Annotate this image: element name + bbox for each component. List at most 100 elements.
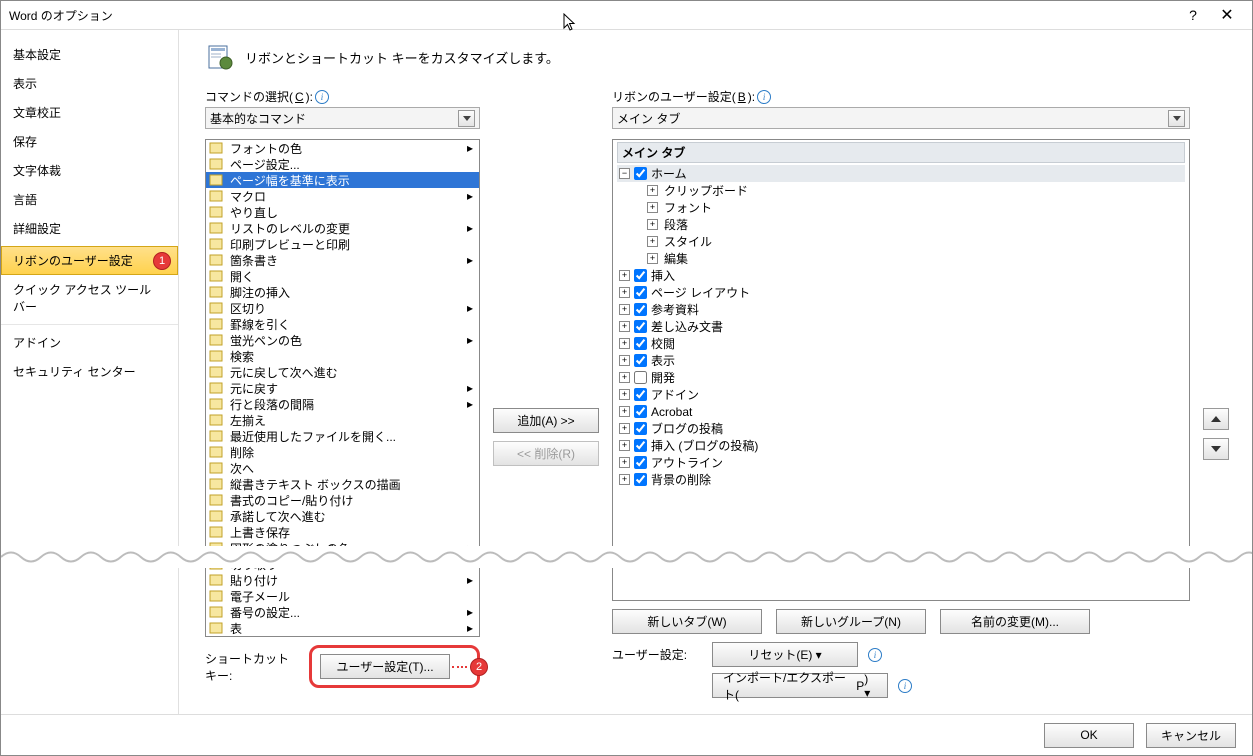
tab-checkbox[interactable] xyxy=(634,456,647,469)
ribbon-tree[interactable]: メイン タブ −ホーム+クリップボード+フォント+段落+スタイル+編集+挿入+ペ… xyxy=(612,139,1190,601)
expand-icon[interactable]: + xyxy=(619,406,630,417)
tree-tab-row[interactable]: +開発 xyxy=(617,369,1185,386)
tree-tab-row[interactable]: +アウトライン xyxy=(617,454,1185,471)
expand-icon[interactable]: + xyxy=(619,287,630,298)
expand-icon[interactable]: + xyxy=(619,474,630,485)
tree-tab-row[interactable]: +アドイン xyxy=(617,386,1185,403)
customize-shortcuts-button[interactable]: ユーザー設定(T)... xyxy=(320,654,450,679)
list-item[interactable]: 箇条書き▸ xyxy=(206,252,479,268)
list-item[interactable]: 表▸ xyxy=(206,620,479,636)
list-item[interactable]: やり直し xyxy=(206,204,479,220)
expand-icon[interactable]: + xyxy=(619,338,630,349)
expand-icon[interactable]: + xyxy=(619,304,630,315)
list-item[interactable]: 電子メール xyxy=(206,588,479,604)
list-item[interactable]: 左揃え xyxy=(206,412,479,428)
sidebar-item-general[interactable]: 基本設定 xyxy=(1,40,178,69)
list-item[interactable]: リストのレベルの変更▸ xyxy=(206,220,479,236)
expand-icon[interactable]: + xyxy=(619,270,630,281)
expand-icon[interactable]: + xyxy=(647,202,658,213)
tab-checkbox[interactable] xyxy=(634,320,647,333)
ribbon-tabs-dropdown[interactable]: メイン タブ xyxy=(612,107,1190,129)
sidebar-item-typography[interactable]: 文字体裁 xyxy=(1,156,178,185)
expand-icon[interactable]: + xyxy=(647,185,658,196)
list-item[interactable]: 貼り付け▸ xyxy=(206,572,479,588)
tab-checkbox[interactable] xyxy=(634,337,647,350)
tab-checkbox[interactable] xyxy=(634,167,647,180)
list-item[interactable]: 区切り▸ xyxy=(206,300,479,316)
list-item[interactable]: 次へ xyxy=(206,460,479,476)
sidebar-item-trust-center[interactable]: セキュリティ センター xyxy=(1,357,178,386)
tab-checkbox[interactable] xyxy=(634,269,647,282)
tree-group-row[interactable]: +フォント xyxy=(617,199,1185,216)
tree-tab-row[interactable]: −ホーム xyxy=(617,165,1185,182)
tab-checkbox[interactable] xyxy=(634,371,647,384)
info-icon[interactable]: i xyxy=(898,679,912,693)
list-item[interactable]: 番号の設定...▸ xyxy=(206,604,479,620)
tree-group-row[interactable]: +編集 xyxy=(617,250,1185,267)
tab-checkbox[interactable] xyxy=(634,303,647,316)
list-item[interactable]: 検索 xyxy=(206,348,479,364)
list-item[interactable]: 蛍光ペンの色▸ xyxy=(206,332,479,348)
sidebar-item-display[interactable]: 表示 xyxy=(1,69,178,98)
sidebar-item-language[interactable]: 言語 xyxy=(1,185,178,214)
tree-group-row[interactable]: +スタイル xyxy=(617,233,1185,250)
expand-icon[interactable]: + xyxy=(619,423,630,434)
list-item[interactable]: ページ幅を基準に表示 xyxy=(206,172,479,188)
list-item[interactable]: マクロ▸ xyxy=(206,188,479,204)
tree-tab-row[interactable]: +背景の削除 xyxy=(617,471,1185,488)
tree-tab-row[interactable]: +挿入 xyxy=(617,267,1185,284)
new-group-button[interactable]: 新しいグループ(N) xyxy=(776,609,926,634)
list-item[interactable]: フォントの色▸ xyxy=(206,140,479,156)
expand-icon[interactable]: + xyxy=(619,372,630,383)
list-item[interactable]: 承諾して次へ進む xyxy=(206,508,479,524)
expand-icon[interactable]: + xyxy=(619,321,630,332)
list-item[interactable]: 元に戻して次へ進む xyxy=(206,364,479,380)
sidebar-item-save[interactable]: 保存 xyxy=(1,127,178,156)
list-item[interactable]: 最近使用したファイルを開く... xyxy=(206,428,479,444)
tree-tab-row[interactable]: +挿入 (ブログの投稿) xyxy=(617,437,1185,454)
list-item[interactable]: ページ設定... xyxy=(206,156,479,172)
tab-checkbox[interactable] xyxy=(634,422,647,435)
info-icon[interactable]: i xyxy=(315,90,329,104)
move-down-button[interactable] xyxy=(1203,438,1229,460)
list-item[interactable]: 書式のコピー/貼り付け xyxy=(206,492,479,508)
sidebar-item-addins[interactable]: アドイン xyxy=(1,324,178,357)
tab-checkbox[interactable] xyxy=(634,354,647,367)
sidebar-item-advanced[interactable]: 詳細設定 xyxy=(1,214,178,243)
tree-group-row[interactable]: +クリップボード xyxy=(617,182,1185,199)
close-button[interactable]: ✕ xyxy=(1210,5,1244,25)
info-icon[interactable]: i xyxy=(868,648,882,662)
list-item[interactable]: 開く xyxy=(206,268,479,284)
tree-group-row[interactable]: +段落 xyxy=(617,216,1185,233)
sidebar-item-customize-ribbon[interactable]: リボンのユーザー設定 1 xyxy=(1,246,178,275)
move-up-button[interactable] xyxy=(1203,408,1229,430)
tree-tab-row[interactable]: +表示 xyxy=(617,352,1185,369)
rename-button[interactable]: 名前の変更(M)... xyxy=(940,609,1090,634)
tab-checkbox[interactable] xyxy=(634,286,647,299)
list-item[interactable]: 削除 xyxy=(206,444,479,460)
list-item[interactable]: 上書き保存 xyxy=(206,524,479,540)
expand-icon[interactable]: + xyxy=(647,253,658,264)
tree-tab-row[interactable]: +校閲 xyxy=(617,335,1185,352)
expand-icon[interactable]: + xyxy=(647,236,658,247)
sidebar-item-proofing[interactable]: 文章校正 xyxy=(1,98,178,127)
list-item[interactable]: 脚注の挿入 xyxy=(206,284,479,300)
list-item[interactable]: 印刷プレビューと印刷 xyxy=(206,236,479,252)
expand-icon[interactable]: + xyxy=(619,457,630,468)
list-item[interactable]: 罫線を引く xyxy=(206,316,479,332)
commands-from-dropdown[interactable]: 基本的なコマンド xyxy=(205,107,480,129)
info-icon[interactable]: i xyxy=(757,90,771,104)
expand-icon[interactable]: + xyxy=(619,355,630,366)
sidebar-item-qat[interactable]: クイック アクセス ツール バー xyxy=(1,275,178,321)
new-tab-button[interactable]: 新しいタブ(W) xyxy=(612,609,762,634)
tab-checkbox[interactable] xyxy=(634,388,647,401)
tree-tab-row[interactable]: +ブログの投稿 xyxy=(617,420,1185,437)
collapse-icon[interactable]: − xyxy=(619,168,630,179)
tab-checkbox[interactable] xyxy=(634,439,647,452)
tab-checkbox[interactable] xyxy=(634,473,647,486)
cancel-button[interactable]: キャンセル xyxy=(1146,723,1236,748)
tree-tab-row[interactable]: +差し込み文書 xyxy=(617,318,1185,335)
ok-button[interactable]: OK xyxy=(1044,723,1134,748)
list-item[interactable]: 縦書きテキスト ボックスの描画 xyxy=(206,476,479,492)
help-button[interactable]: ? xyxy=(1176,7,1210,23)
